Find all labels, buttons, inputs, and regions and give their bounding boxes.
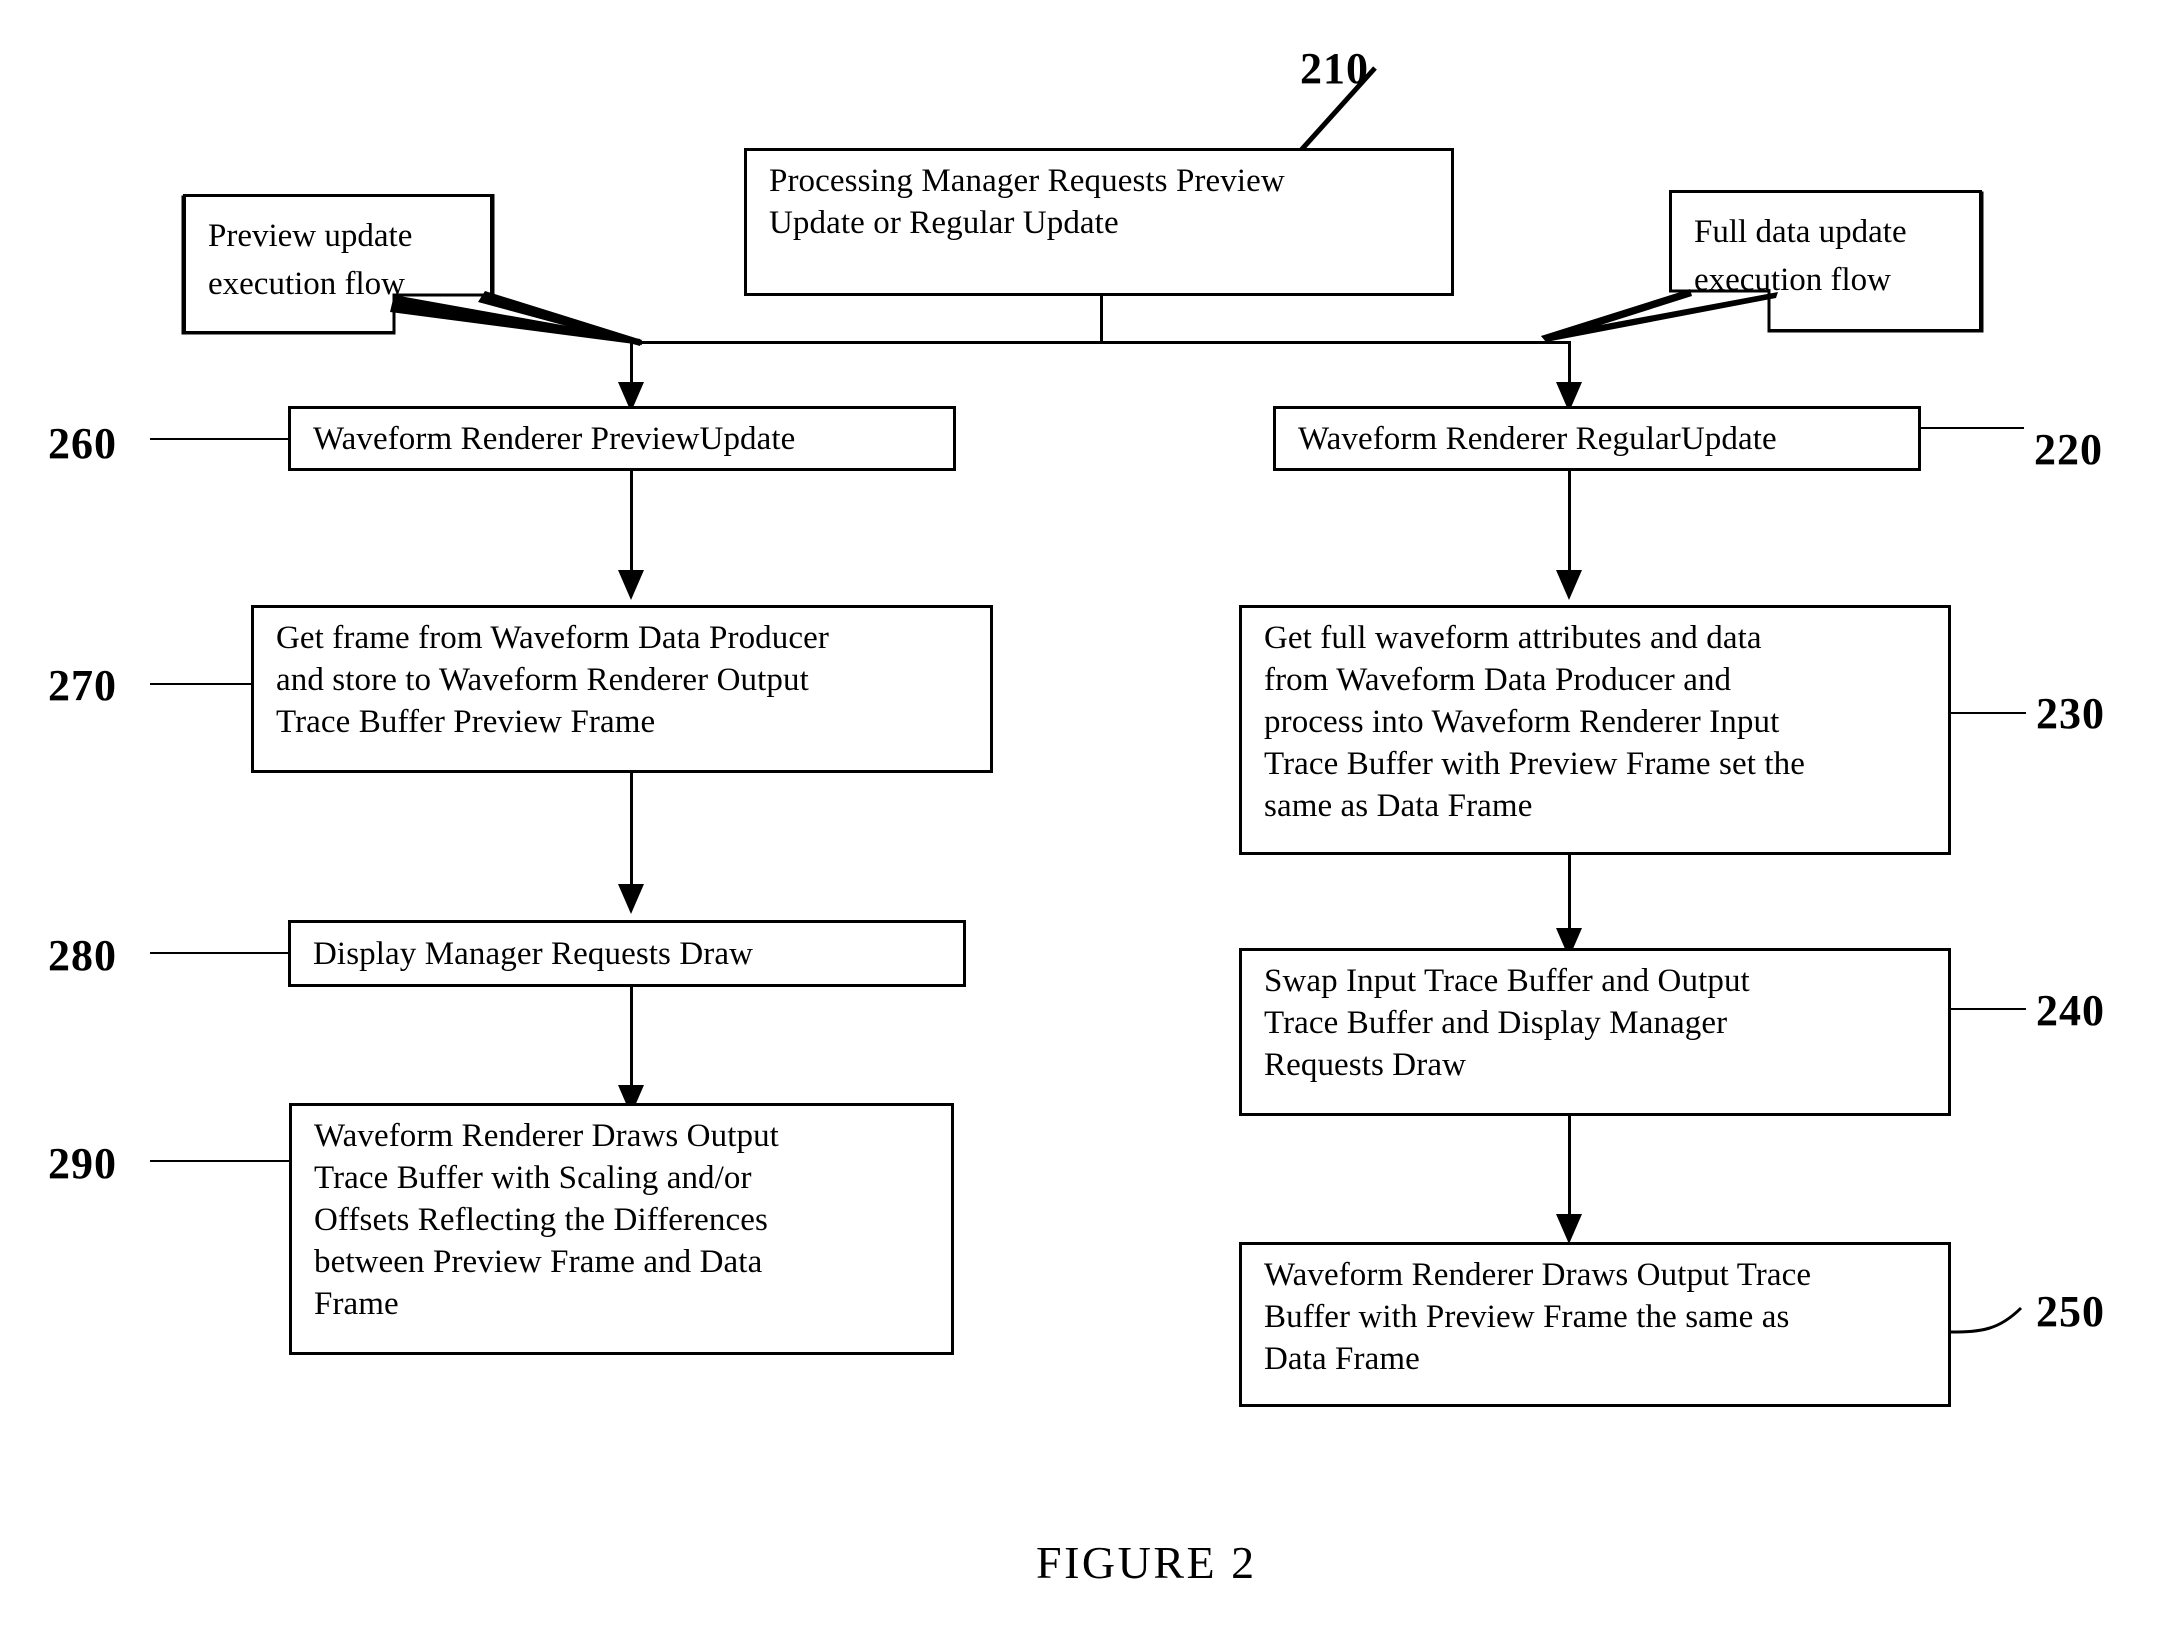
bus-drop-left: [630, 341, 633, 387]
node-270-line-3: Trace Buffer Preview Frame: [276, 703, 656, 740]
node-290-line-1: Waveform Renderer Draws Output: [314, 1118, 779, 1154]
arrowhead-260-to-270: [618, 570, 644, 600]
ref-260-leader: [150, 438, 290, 440]
node-waveform-renderer-draws-output-same-frame[interactable]: Waveform Renderer Draws Output Trace Buf…: [1239, 1242, 1951, 1407]
arrowhead-240-to-250: [1556, 1214, 1582, 1244]
ref-220-leader: [1921, 427, 2024, 429]
callout-right-line-2: execution flow: [1694, 261, 1892, 298]
ref-250-leader: [1950, 1306, 2023, 1334]
node-get-frame-store-preview[interactable]: Get frame from Waveform Data Producer an…: [251, 605, 993, 773]
callout-full-data-update-execution-flow: Full data update execution flow: [1669, 190, 1982, 332]
node-270-line-2: and store to Waveform Renderer Output: [276, 661, 809, 698]
ref-numeral-270: 270: [48, 661, 117, 710]
callout-right-line-1: Full data update: [1694, 214, 1907, 250]
node-250-line-2: Buffer with Preview Frame the same as: [1264, 1298, 1790, 1335]
bus-stem-from-start: [1100, 296, 1103, 342]
node-waveform-renderer-previewupdate[interactable]: Waveform Renderer PreviewUpdate: [288, 406, 956, 471]
callout-right-pointer: [1541, 289, 1778, 342]
connector-220-to-230: [1568, 471, 1571, 583]
ref-230-leader: [1951, 712, 2026, 714]
node-290-line-4: between Preview Frame and Data: [314, 1243, 763, 1280]
ref-numeral-290: 290: [48, 1139, 117, 1188]
node-230-line-4: Trace Buffer with Preview Frame set the: [1264, 745, 1805, 782]
figure-canvas: 210 Processing Manager Requests Preview …: [0, 0, 2171, 1641]
connector-270-to-280: [630, 773, 633, 896]
ref-numeral-210: 210: [1300, 44, 1369, 93]
bus-drop-right: [1568, 341, 1571, 387]
ref-240-leader: [1951, 1008, 2026, 1010]
ref-numeral-250: 250: [2036, 1287, 2105, 1336]
arrowhead-220-to-230: [1556, 570, 1582, 600]
node-waveform-renderer-draws-output-scaling[interactable]: Waveform Renderer Draws Output Trace Buf…: [289, 1103, 954, 1355]
node-swap-input-output-trace-buffer[interactable]: Swap Input Trace Buffer and Output Trace…: [1239, 948, 1951, 1116]
ref-280-leader: [150, 952, 290, 954]
arrowhead-270-to-280: [618, 884, 644, 914]
connector-240-to-250: [1568, 1116, 1571, 1226]
node-260-line-1: Waveform Renderer PreviewUpdate: [313, 420, 796, 457]
node-210-line-2: Update or Regular Update: [769, 204, 1119, 241]
node-290-line-2: Trace Buffer with Scaling and/or: [314, 1159, 752, 1196]
node-290-line-5: Frame: [314, 1285, 399, 1322]
node-230-line-5: same as Data Frame: [1264, 787, 1533, 824]
node-230-line-3: process into Waveform Renderer Input: [1264, 703, 1780, 740]
node-240-line-1: Swap Input Trace Buffer and Output: [1264, 963, 1750, 999]
node-210-line-1: Processing Manager Requests Preview: [769, 163, 1285, 199]
ref-290-leader: [150, 1160, 290, 1162]
connector-280-to-290: [630, 987, 633, 1097]
node-get-full-waveform-attributes[interactable]: Get full waveform attributes and data fr…: [1239, 605, 1951, 855]
node-230-line-2: from Waveform Data Producer and: [1264, 661, 1732, 698]
callout-left-pointer: [390, 291, 642, 346]
node-display-manager-requests-draw[interactable]: Display Manager Requests Draw: [288, 920, 966, 987]
ref-numeral-260: 260: [48, 419, 117, 468]
ref-numeral-220: 220: [2034, 425, 2103, 474]
node-250-line-1: Waveform Renderer Draws Output Trace: [1264, 1257, 1812, 1293]
node-250-line-3: Data Frame: [1264, 1340, 1420, 1377]
node-processing-manager-requests[interactable]: Processing Manager Requests Preview Upda…: [744, 148, 1454, 296]
node-270-line-1: Get frame from Waveform Data Producer: [276, 620, 829, 656]
node-240-line-3: Requests Draw: [1264, 1046, 1467, 1083]
node-220-line-1: Waveform Renderer RegularUpdate: [1298, 420, 1777, 457]
node-230-line-1: Get full waveform attributes and data: [1264, 620, 1762, 656]
ref-numeral-230: 230: [2036, 689, 2105, 738]
node-280-line-1: Display Manager Requests Draw: [313, 935, 754, 972]
callout-left-line-2: execution flow: [208, 265, 406, 302]
figure-caption: FIGURE 2: [1036, 1537, 1257, 1588]
distribution-bus: [630, 341, 1570, 344]
node-waveform-renderer-regularupdate[interactable]: Waveform Renderer RegularUpdate: [1273, 406, 1921, 471]
node-290-line-3: Offsets Reflecting the Differences: [314, 1201, 768, 1238]
callout-left-line-1: Preview update: [208, 218, 413, 254]
ref-numeral-240: 240: [2036, 986, 2105, 1035]
ref-270-leader: [150, 683, 253, 685]
node-240-line-2: Trace Buffer and Display Manager: [1264, 1004, 1728, 1041]
connector-260-to-270: [630, 471, 633, 583]
callout-preview-update-execution-flow: Preview update execution flow: [183, 194, 493, 334]
ref-numeral-280: 280: [48, 931, 117, 980]
